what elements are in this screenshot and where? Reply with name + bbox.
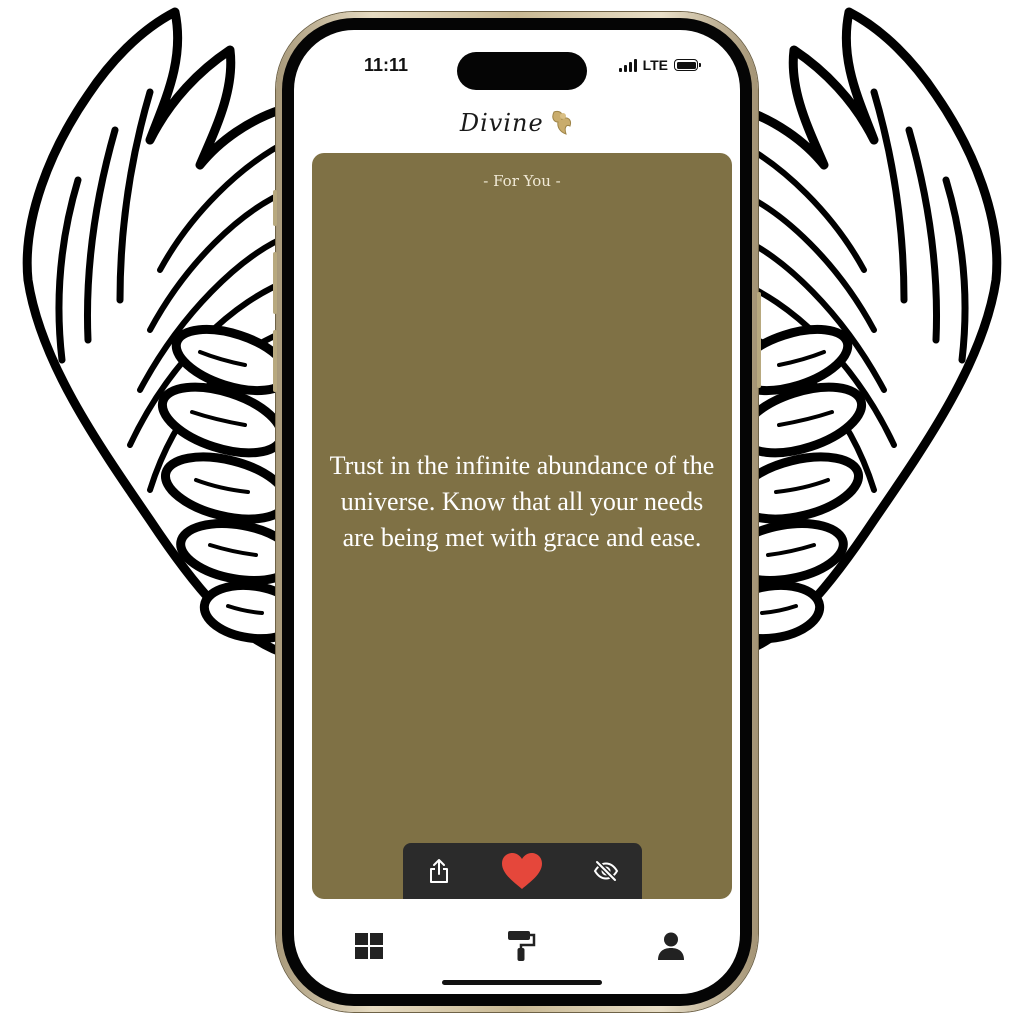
eye-slash-icon [593,860,619,882]
battery-icon [674,59,701,71]
share-button[interactable] [417,843,461,899]
power-button [757,292,761,388]
affirmation-text: Trust in the infinite abundance of the u… [329,451,715,552]
app-logo: Divine [294,108,740,138]
tab-profile[interactable] [646,926,696,966]
tab-themes[interactable] [497,926,547,966]
phone-frame: 11:11 LTE Divine - For You - Trust in th… [273,12,761,1012]
app-showcase: 11:11 LTE Divine - For You - Trust in th… [0,0,1024,1024]
phone-screen: 11:11 LTE Divine - For You - Trust in th… [294,30,740,994]
card-tag: - For You - [483,172,561,190]
heart-icon [502,853,542,889]
volume-down-button [273,330,277,392]
share-icon [430,859,448,883]
status-time: 11:11 [364,55,409,75]
like-button[interactable] [496,843,548,899]
card-action-bar [403,843,642,899]
tab-categories[interactable] [344,926,394,966]
angel-icon [552,111,572,135]
hide-button[interactable] [584,843,628,899]
paint-roller-icon [508,931,536,961]
affirmation-card[interactable]: - For You - Trust in the infinite abunda… [312,153,732,899]
network-label: LTE [642,57,668,73]
phone-bezel: 11:11 LTE Divine - For You - Trust in th… [282,18,752,1006]
action-button [273,190,277,226]
user-icon [658,932,684,960]
tab-bar [294,910,740,980]
volume-up-button [273,252,277,314]
status-bar: 11:11 LTE [294,30,740,90]
logo-text: Divine [459,109,544,137]
status-indicators: LTE [618,57,701,73]
grid-icon [355,933,383,959]
dynamic-island [457,52,587,90]
signal-icon [618,58,637,72]
home-indicator[interactable] [442,980,602,985]
